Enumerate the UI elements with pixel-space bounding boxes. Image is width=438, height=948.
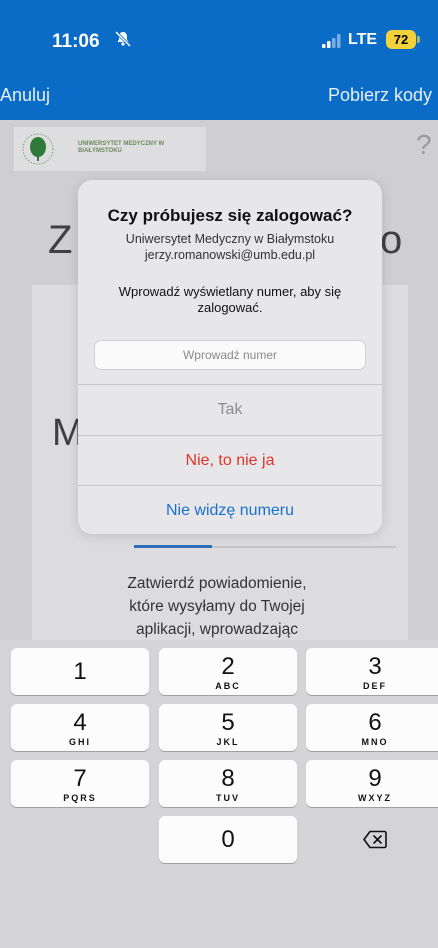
key-letters: GHI xyxy=(68,737,91,747)
sign-in-approval-dialog: Czy próbujesz się zalogować? Uniwersytet… xyxy=(78,180,382,534)
key-letters: TUV xyxy=(216,793,240,803)
key-7[interactable]: 7 PQRS xyxy=(11,760,149,807)
key-digit: 1 xyxy=(73,658,87,685)
network-label: LTE xyxy=(348,31,378,48)
signal-icon xyxy=(322,34,341,48)
key-3[interactable]: 3 DEF xyxy=(306,648,438,695)
dialog-organization: Uniwersytet Medyczny w Białymstoku xyxy=(125,232,335,246)
progress-bar-fill xyxy=(134,545,212,548)
status-bar: 11:06 LTE 72 xyxy=(0,0,438,70)
key-letters: JKL xyxy=(216,737,240,747)
key-letters: MNO xyxy=(361,737,389,747)
not-me-button[interactable]: Nie, to nie ja xyxy=(78,436,382,486)
number-input[interactable] xyxy=(94,340,366,370)
key-digit: 2 xyxy=(221,653,235,680)
key-digit: 5 xyxy=(221,709,235,736)
key-digit: 4 xyxy=(73,709,87,736)
progress-bar xyxy=(134,545,396,548)
background-heading-start: Z xyxy=(48,218,73,262)
key-digit: 3 xyxy=(368,653,382,680)
key-digit: 0 xyxy=(221,826,235,853)
key-letters: WXYZ xyxy=(358,793,392,803)
backspace-icon xyxy=(363,830,387,849)
nav-bar: Anuluj Pobierz kody xyxy=(0,70,438,120)
key-digit: 9 xyxy=(368,765,382,792)
key-5[interactable]: 5 JKL xyxy=(159,704,297,751)
tree-logo-icon xyxy=(22,133,54,165)
cancel-button[interactable]: Anuluj xyxy=(0,85,50,106)
key-letters: PQRS xyxy=(63,793,97,803)
get-codes-button[interactable]: Pobierz kody xyxy=(328,85,432,106)
key-letters: DEF xyxy=(363,681,387,691)
key-digit: 7 xyxy=(73,765,87,792)
logo-text: UNIWERSYTET MEDYCZNY W BIAŁYMSTOKU xyxy=(78,141,165,154)
help-icon[interactable]: ? xyxy=(416,129,432,161)
mute-icon xyxy=(114,30,132,48)
battery-tip xyxy=(417,36,420,43)
key-digit: 6 xyxy=(368,709,382,736)
numeric-keypad: 1 2 ABC 3 DEF 4 GHI 5 JKL 6 MNO 7 PQRS 8… xyxy=(0,640,438,948)
key-2[interactable]: 2 ABC xyxy=(159,648,297,695)
key-9[interactable]: 9 WXYZ xyxy=(306,760,438,807)
key-0[interactable]: 0 xyxy=(159,816,297,863)
university-logo: UNIWERSYTET MEDYCZNY W BIAŁYMSTOKU xyxy=(14,127,206,171)
yes-button[interactable]: Tak xyxy=(78,385,382,435)
key-6[interactable]: 6 MNO xyxy=(306,704,438,751)
key-4[interactable]: 4 GHI xyxy=(11,704,149,751)
key-letters: ABC xyxy=(215,681,241,691)
dialog-title: Czy próbujesz się zalogować? xyxy=(107,206,353,225)
key-1[interactable]: 1 xyxy=(11,648,149,695)
backspace-key[interactable] xyxy=(306,816,438,863)
battery-indicator: 72 xyxy=(386,30,416,49)
background-heading-end: o xyxy=(380,218,403,262)
dialog-email: jerzy.romanowski@umb.edu.pl xyxy=(144,248,316,262)
no-number-button[interactable]: Nie widzę numeru xyxy=(78,486,382,534)
key-8[interactable]: 8 TUV xyxy=(159,760,297,807)
dialog-prompt: Wprowadź wyświetlany numer, aby się zalo… xyxy=(118,284,342,315)
status-time: 11:06 xyxy=(52,31,100,52)
key-digit: 8 xyxy=(221,765,235,792)
